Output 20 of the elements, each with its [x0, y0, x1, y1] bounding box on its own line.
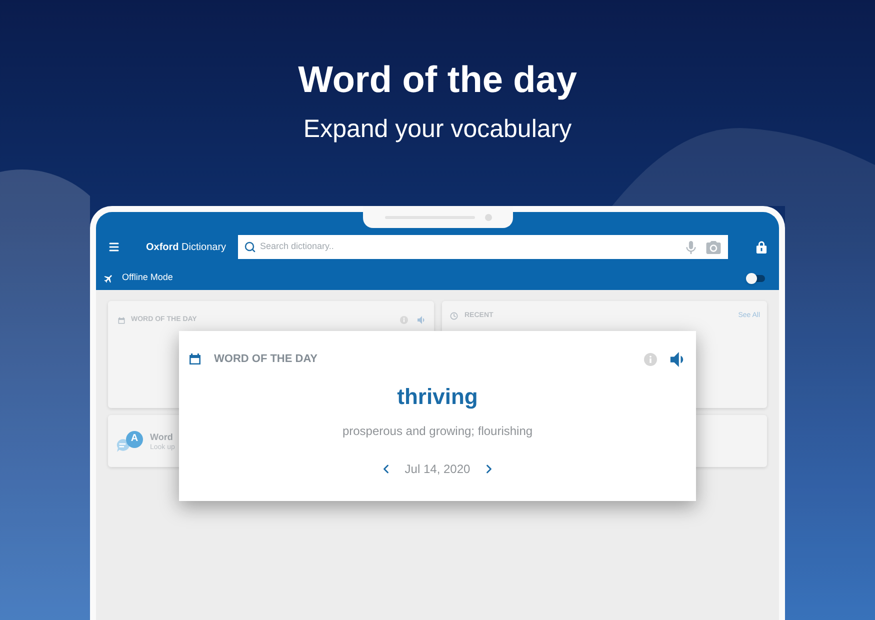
menu-icon[interactable]	[108, 241, 120, 253]
calendar-icon	[189, 353, 201, 365]
word-title: thriving	[397, 383, 478, 411]
search-icon	[244, 241, 256, 253]
search-input[interactable]: Search dictionary..	[260, 240, 680, 254]
feature-title: Word	[150, 430, 174, 442]
app-brand: Oxford Dictionary	[146, 240, 228, 254]
popup-title: WORD OF THE DAY	[214, 352, 318, 367]
search-field[interactable]: Search dictionary..	[238, 235, 728, 259]
hero-title: Word of the day	[298, 58, 577, 102]
hero-subtitle: Expand your vocabulary	[303, 114, 572, 144]
speaker-icon[interactable]	[670, 352, 684, 366]
offline-mode-label: Offline Mode	[122, 271, 173, 284]
calendar-icon	[118, 316, 125, 324]
word-definition: prosperous and growing; flourishing	[342, 423, 533, 439]
offline-mode-toggle[interactable]	[746, 272, 765, 284]
padlock-icon[interactable]	[756, 240, 767, 254]
word-date: Jul 14, 2020	[404, 461, 470, 478]
clock-icon	[450, 312, 458, 320]
letter-badge: A	[126, 430, 143, 448]
